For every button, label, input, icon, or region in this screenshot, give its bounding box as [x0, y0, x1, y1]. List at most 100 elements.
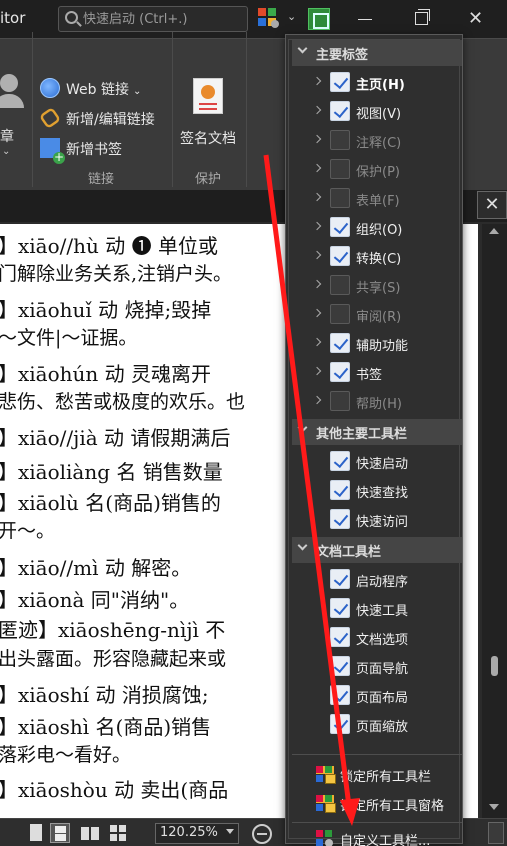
- menu-toggle-item[interactable]: 视图(V): [292, 97, 462, 126]
- scroll-up-icon[interactable]: [489, 228, 499, 234]
- quick-launch-search[interactable]: [58, 6, 248, 32]
- menu-checkbox[interactable]: [330, 509, 350, 529]
- expand-arrow-icon[interactable]: [312, 192, 322, 202]
- chevron-down-icon[interactable]: ⌄: [2, 146, 10, 157]
- quick-toolbar-icon[interactable]: [308, 8, 330, 30]
- expand-arrow-icon[interactable]: [312, 308, 322, 318]
- expand-arrow-icon[interactable]: [312, 163, 322, 173]
- menu-checkbox[interactable]: [330, 362, 350, 382]
- add-bookmark-button[interactable]: 新增书签: [40, 138, 122, 164]
- menu-toggle-item[interactable]: 转换(C): [292, 242, 462, 271]
- group-label-links: 链接: [88, 172, 115, 187]
- single-page-icon[interactable]: [26, 823, 46, 843]
- menu-item-label: 共享(S): [356, 281, 401, 296]
- menu-toggle-item[interactable]: 共享(S): [292, 271, 462, 300]
- menu-toggle-item[interactable]: 快速访问: [292, 505, 462, 534]
- skin-palette-icon[interactable]: [258, 8, 280, 28]
- menu-item-label: 表单(F): [356, 194, 400, 209]
- menu-checkbox[interactable]: [330, 598, 350, 618]
- close-window-button[interactable]: ✕: [468, 8, 483, 29]
- menu-checkbox[interactable]: [330, 72, 350, 92]
- menu-section-header[interactable]: 主要标签: [292, 40, 462, 66]
- menu-toggle-item[interactable]: 快速启动: [292, 447, 462, 476]
- menu-checkbox[interactable]: [330, 217, 350, 237]
- menu-frame: 主要标签 主页(H) 视图(V) 注释(C) 保护(P) 表单(F) 组织(O) 转换(C) 共…: [288, 39, 462, 846]
- menu-toggle-item[interactable]: 书签: [292, 358, 462, 387]
- menu-checkbox[interactable]: [330, 627, 350, 647]
- skin-dropdown-chevron-icon[interactable]: ⌄: [287, 10, 296, 23]
- minimize-button[interactable]: [358, 19, 372, 20]
- zoom-select[interactable]: 120.25%: [155, 823, 239, 844]
- customize-toolbar-item[interactable]: 自定义工具栏...: [292, 826, 462, 846]
- menu-toggle-item[interactable]: 审阅(R): [292, 300, 462, 329]
- dictionary-line: 】xiāoshì 名(商品)销售: [0, 715, 212, 739]
- zoom-slider-handle[interactable]: [488, 822, 504, 844]
- user-icon[interactable]: [0, 74, 24, 108]
- lock-toolbars-item[interactable]: 锁定所有工具栏: [292, 762, 462, 788]
- sign-document-icon[interactable]: [193, 78, 223, 114]
- menu-checkbox[interactable]: [330, 391, 350, 411]
- restore-button[interactable]: [415, 9, 430, 25]
- expand-arrow-icon[interactable]: [312, 105, 322, 115]
- menu-toggle-item[interactable]: 页面布局: [292, 681, 462, 710]
- menu-toggle-item[interactable]: 快速查找: [292, 476, 462, 505]
- facing-pages-icon[interactable]: [80, 823, 100, 843]
- zoom-out-icon[interactable]: [252, 824, 272, 844]
- menu-checkbox[interactable]: [330, 480, 350, 500]
- menu-checkbox[interactable]: [330, 656, 350, 676]
- menu-checkbox[interactable]: [330, 246, 350, 266]
- menu-section-header[interactable]: 文档工具栏: [292, 537, 462, 563]
- menu-toggle-item[interactable]: 快速工具: [292, 594, 462, 623]
- quick-launch-input[interactable]: [83, 10, 243, 28]
- menu-checkbox[interactable]: [330, 159, 350, 179]
- menu-checkbox[interactable]: [330, 714, 350, 734]
- menu-checkbox[interactable]: [330, 333, 350, 353]
- expand-arrow-icon[interactable]: [312, 279, 322, 289]
- menu-toggle-item[interactable]: 注释(C): [292, 126, 462, 155]
- dictionary-line: 】xiāoshí 动 消损腐蚀;: [0, 683, 209, 707]
- menu-toggle-item[interactable]: 页面缩放: [292, 710, 462, 739]
- menu-checkbox[interactable]: [330, 304, 350, 324]
- expand-arrow-icon[interactable]: [312, 366, 322, 376]
- web-link-button[interactable]: Web 链接 ⌄: [40, 78, 141, 100]
- menu-toggle-item[interactable]: 主页(H): [292, 68, 462, 97]
- lock-icon: [316, 766, 336, 784]
- menu-checkbox[interactable]: [330, 451, 350, 471]
- ribbon-left-button-label[interactable]: 章: [0, 126, 14, 146]
- menu-toggle-item[interactable]: 页面导航: [292, 652, 462, 681]
- menu-item-label: 审阅(R): [356, 310, 402, 325]
- expand-arrow-icon[interactable]: [312, 76, 322, 86]
- thumbnail-grid-icon[interactable]: [108, 823, 128, 843]
- menu-section-header[interactable]: 其他主要工具栏: [292, 419, 462, 445]
- menu-item-label: 页面缩放: [356, 720, 409, 735]
- scroll-thumb[interactable]: [491, 656, 498, 676]
- menu-toggle-item[interactable]: 帮助(H): [292, 387, 462, 416]
- menu-checkbox[interactable]: [330, 130, 350, 150]
- menu-toggle-item[interactable]: 保护(P): [292, 155, 462, 184]
- menu-checkbox[interactable]: [330, 569, 350, 589]
- expand-arrow-icon[interactable]: [312, 221, 322, 231]
- menu-toggle-item[interactable]: 文档选项: [292, 623, 462, 652]
- dictionary-line: 】xiāoliàng 名 销售数量: [0, 460, 223, 484]
- expand-arrow-icon[interactable]: [312, 134, 322, 144]
- vertical-scrollbar[interactable]: [482, 224, 507, 818]
- menu-toggle-item[interactable]: 辅助功能: [292, 329, 462, 358]
- scroll-down-icon[interactable]: [489, 804, 499, 810]
- add-edit-link-button[interactable]: 新增/编辑链接: [38, 106, 155, 130]
- menu-toggle-item[interactable]: 组织(O): [292, 213, 462, 242]
- expand-arrow-icon[interactable]: [312, 250, 322, 260]
- menu-checkbox[interactable]: [330, 275, 350, 295]
- lock-panes-item[interactable]: 锁定所有工具窗格: [292, 791, 462, 817]
- menu-checkbox[interactable]: [330, 685, 350, 705]
- dictionary-line: 】xiāohuǐ 动 烧掉;毁掉: [0, 298, 212, 322]
- menu-toggle-item[interactable]: 表单(F): [292, 184, 462, 213]
- menu-checkbox[interactable]: [330, 188, 350, 208]
- expand-arrow-icon[interactable]: [312, 395, 322, 405]
- menu-checkbox[interactable]: [330, 101, 350, 121]
- sign-document-button[interactable]: 签名文档: [180, 128, 236, 148]
- expand-arrow-icon[interactable]: [312, 337, 322, 347]
- menu-item-label: 快速启动: [356, 457, 409, 472]
- continuous-page-icon[interactable]: [50, 823, 70, 843]
- close-document-button[interactable]: ✕: [477, 191, 507, 219]
- menu-toggle-item[interactable]: 启动程序: [292, 565, 462, 594]
